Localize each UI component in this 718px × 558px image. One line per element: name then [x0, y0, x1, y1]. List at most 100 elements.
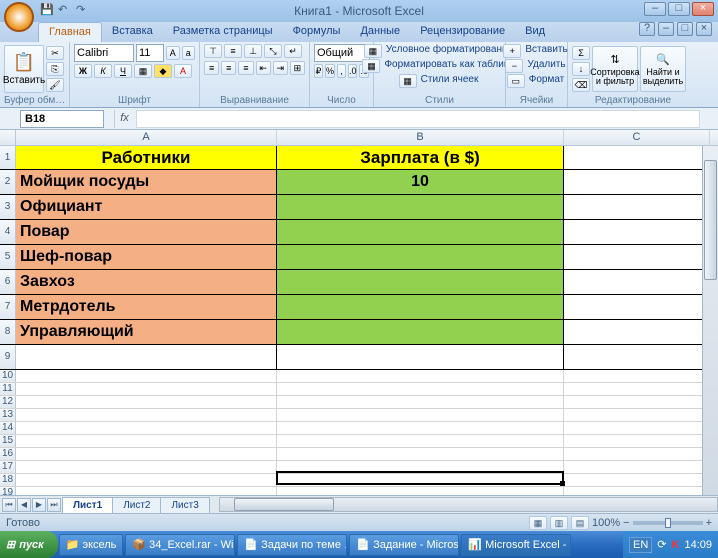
cell-a2[interactable]: Мойщик посуды	[16, 170, 277, 194]
cell-b8[interactable]	[277, 320, 564, 344]
help-button[interactable]: ?	[639, 22, 655, 36]
grow-font-button[interactable]: A	[166, 46, 180, 60]
row-header[interactable]: 13	[0, 409, 16, 421]
cell-b4[interactable]	[277, 220, 564, 244]
row-header[interactable]: 5	[0, 245, 16, 269]
scroll-thumb[interactable]	[234, 498, 334, 511]
fill-color-button[interactable]: ◆	[154, 64, 172, 78]
cut-button[interactable]: ✂	[46, 46, 64, 60]
close-button[interactable]: ×	[692, 2, 714, 16]
cell-a9[interactable]	[16, 345, 277, 369]
taskbar-item[interactable]: 📄Задачи по теме …	[237, 534, 347, 556]
align-bottom-button[interactable]: ⊥	[244, 44, 262, 58]
font-name-input[interactable]	[74, 44, 134, 62]
autosum-button[interactable]: Σ	[572, 46, 590, 60]
maximize-button[interactable]: □	[668, 2, 690, 16]
sheet-tab-1[interactable]: Лист1	[62, 497, 113, 513]
cell-a4[interactable]: Повар	[16, 220, 277, 244]
wrap-text-button[interactable]: ↵	[284, 44, 302, 58]
cell-b9[interactable]	[277, 345, 564, 369]
row-header[interactable]: 18	[0, 474, 16, 486]
cell-a7[interactable]: Метрдотель	[16, 295, 277, 319]
taskbar-item[interactable]: 📄Задание - Micros…	[349, 534, 459, 556]
cell-c1[interactable]	[564, 146, 710, 169]
decrease-indent-button[interactable]: ⇤	[256, 61, 271, 75]
row-header[interactable]: 7	[0, 295, 16, 319]
find-select-button[interactable]: 🔍 Найти и выделить	[640, 46, 686, 92]
shrink-font-button[interactable]: a	[182, 46, 196, 60]
language-indicator[interactable]: EN	[629, 537, 652, 553]
tab-insert[interactable]: Вставка	[102, 22, 163, 42]
conditional-format-button[interactable]: Условное форматирование	[384, 44, 515, 58]
format-painter-button[interactable]: 🖌	[46, 78, 64, 92]
tab-data[interactable]: Данные	[350, 22, 410, 42]
format-table-button[interactable]: Форматировать как таблицу	[382, 59, 516, 73]
align-right-button[interactable]: ≡	[238, 61, 253, 75]
cell-c2[interactable]	[564, 170, 710, 194]
view-layout-button[interactable]: ▥	[550, 516, 568, 530]
tab-home[interactable]: Главная	[38, 22, 102, 42]
cell-c6[interactable]	[564, 270, 710, 294]
row-header[interactable]: 3	[0, 195, 16, 219]
minimize-button[interactable]: –	[644, 2, 666, 16]
taskbar-item-active[interactable]: 📊Microsoft Excel - …	[461, 534, 571, 556]
zoom-slider[interactable]	[633, 521, 703, 525]
redo-icon[interactable]: ↷	[76, 3, 90, 17]
row-header[interactable]: 15	[0, 435, 16, 447]
fx-button[interactable]: fx	[114, 110, 134, 128]
office-button[interactable]	[4, 2, 34, 32]
font-size-input[interactable]	[136, 44, 164, 62]
fill-button[interactable]: ↓	[572, 62, 590, 76]
cell-c5[interactable]	[564, 245, 710, 269]
bold-button[interactable]: Ж	[74, 64, 92, 78]
cell-b7[interactable]	[277, 295, 564, 319]
tab-review[interactable]: Рецензирование	[410, 22, 515, 42]
cell-a3[interactable]: Официант	[16, 195, 277, 219]
align-center-button[interactable]: ≡	[221, 61, 236, 75]
horizontal-scrollbar[interactable]	[219, 497, 718, 512]
taskbar-item[interactable]: 📦34_Excel.rar - Wi…	[125, 534, 235, 556]
row-header[interactable]: 1	[0, 146, 16, 169]
cell-a8[interactable]: Управляющий	[16, 320, 277, 344]
percent-button[interactable]: %	[325, 64, 335, 78]
row-header[interactable]: 19	[0, 487, 16, 495]
border-button[interactable]: ▦	[134, 64, 152, 78]
name-box[interactable]	[20, 110, 104, 128]
zoom-level[interactable]: 100%	[592, 517, 620, 529]
copy-button[interactable]: ⎘	[46, 62, 64, 76]
prev-sheet-button[interactable]: ◀	[17, 498, 31, 512]
orientation-button[interactable]: ⤡	[264, 44, 282, 58]
cell-c7[interactable]	[564, 295, 710, 319]
formula-input[interactable]	[136, 110, 700, 128]
cell-styles-button[interactable]: Стили ячеек	[419, 74, 481, 88]
row-header[interactable]: 6	[0, 270, 16, 294]
select-all-corner[interactable]	[0, 130, 16, 145]
cell-b2[interactable]: 10	[277, 170, 564, 194]
row-header[interactable]: 14	[0, 422, 16, 434]
cell-a1[interactable]: Работники	[16, 146, 277, 169]
sheet-tab-2[interactable]: Лист2	[112, 497, 161, 513]
col-header-b[interactable]: B	[277, 130, 564, 145]
comma-button[interactable]: ,	[337, 64, 346, 78]
clear-button[interactable]: ⌫	[572, 78, 590, 92]
antivirus-icon[interactable]: K	[672, 539, 680, 551]
insert-cells-button[interactable]: Вставить	[523, 44, 569, 58]
close-doc-button[interactable]: ×	[696, 22, 712, 36]
increase-indent-button[interactable]: ⇥	[273, 61, 288, 75]
min-ribbon-button[interactable]: –	[658, 22, 674, 36]
view-pagebreak-button[interactable]: ▤	[571, 516, 589, 530]
cell-c4[interactable]	[564, 220, 710, 244]
cell-b5[interactable]	[277, 245, 564, 269]
row-header[interactable]: 17	[0, 461, 16, 473]
scroll-thumb[interactable]	[704, 160, 717, 280]
align-middle-button[interactable]: ≡	[224, 44, 242, 58]
sheet-tab-3[interactable]: Лист3	[160, 497, 209, 513]
cell-b3[interactable]	[277, 195, 564, 219]
col-header-c[interactable]: C	[564, 130, 710, 145]
row-header[interactable]: 12	[0, 396, 16, 408]
undo-icon[interactable]: ↶	[58, 3, 72, 17]
save-icon[interactable]: 💾	[40, 3, 54, 17]
view-normal-button[interactable]: ▦	[529, 516, 547, 530]
row-header[interactable]: 16	[0, 448, 16, 460]
row-header[interactable]: 9	[0, 345, 16, 369]
